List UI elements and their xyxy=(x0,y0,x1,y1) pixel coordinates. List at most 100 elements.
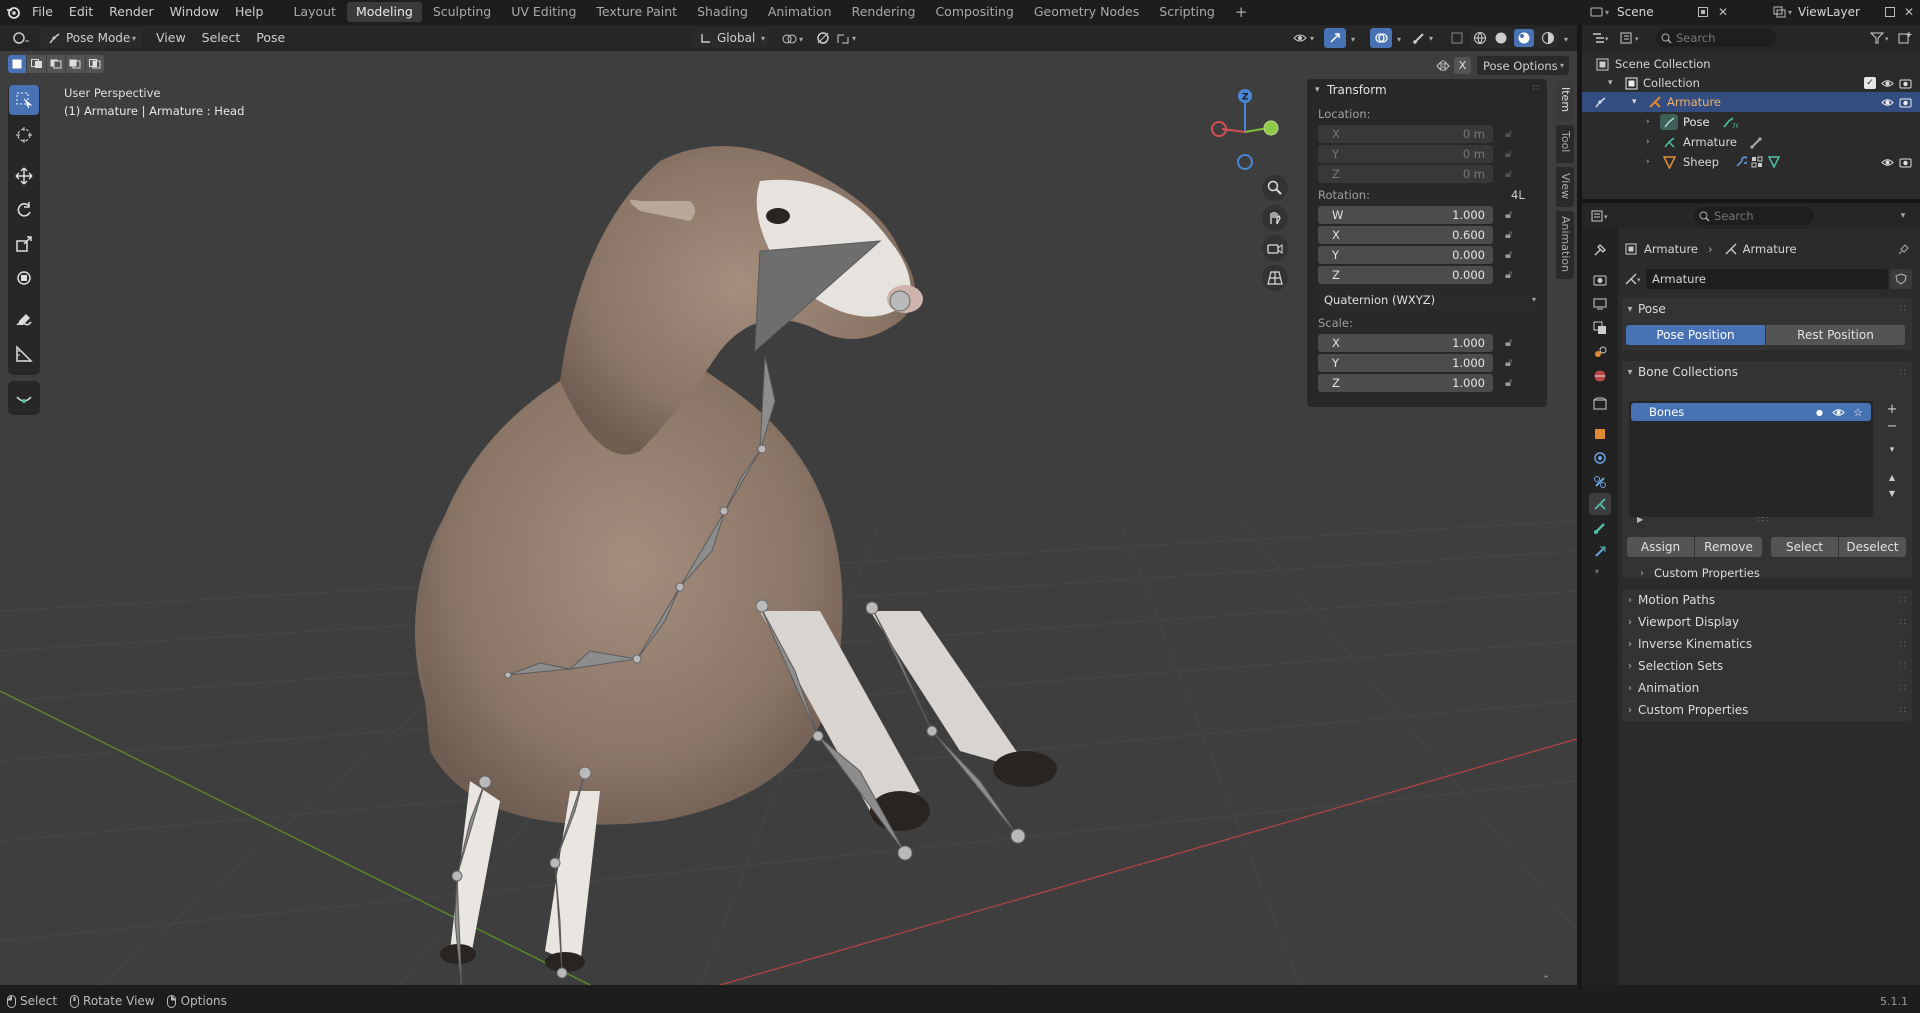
shading-dropdown-icon[interactable]: ▾ xyxy=(1560,30,1572,48)
bone-collections-panel-header[interactable]: ▾ Bone Collections ∷ xyxy=(1622,361,1912,383)
outliner-row-sheep[interactable]: › Sheep xyxy=(1582,152,1920,172)
panel-inverse-kinematics[interactable]: › Inverse Kinematics ∷ xyxy=(1622,633,1912,655)
properties-editor-type-icon[interactable]: ▾ xyxy=(1586,206,1616,226)
tab-modifiers[interactable] xyxy=(1589,447,1611,469)
rotation-y-field[interactable]: Y 0.000 xyxy=(1318,246,1493,264)
rotation-x-field[interactable]: X 0.600 xyxy=(1318,226,1493,244)
overlay-toggle-icon[interactable] xyxy=(1370,28,1392,48)
move-bone-collection-up-icon[interactable]: ▲ xyxy=(1883,469,1901,485)
panel-custom-properties[interactable]: › Custom Properties ∷ xyxy=(1622,699,1912,721)
datablock-name-field[interactable]: Armature xyxy=(1646,269,1888,289)
armature-visibility-eye-icon[interactable] xyxy=(1880,98,1894,107)
editor-type-icon[interactable] xyxy=(6,27,36,49)
panel-animation[interactable]: › Animation ∷ xyxy=(1622,677,1912,699)
rotation-4l-toggle[interactable]: 4L xyxy=(1511,188,1525,202)
tool-relax-bones[interactable] xyxy=(9,383,39,413)
rotation-x-lock-icon[interactable]: 🔓︎ xyxy=(1505,228,1517,242)
rotation-w-field[interactable]: W 1.000 xyxy=(1318,206,1493,224)
transform-panel-title[interactable]: Transform xyxy=(1327,83,1387,97)
tab-constraints[interactable] xyxy=(1589,471,1611,493)
workspace-tab-modeling[interactable]: Modeling xyxy=(346,2,422,22)
armature-data-expand-arrow[interactable]: › xyxy=(1646,137,1660,147)
rotation-z-lock-icon[interactable]: 🔓︎ xyxy=(1505,268,1517,282)
scale-x-field[interactable]: X 1.000 xyxy=(1318,334,1493,352)
tab-bone-constraints[interactable] xyxy=(1589,541,1611,563)
sidebar-tab-view[interactable]: View xyxy=(1556,167,1574,207)
rest-position-button[interactable]: Rest Position xyxy=(1766,325,1905,345)
bone-collection-visibility-eye-icon[interactable] xyxy=(1827,408,1849,417)
tool-transform[interactable] xyxy=(9,263,39,293)
outliner-row-armature[interactable]: ▾ Armature xyxy=(1582,92,1920,112)
visibility-selector-icon[interactable]: ▾ xyxy=(1290,29,1320,47)
workspace-tab-texture-paint[interactable]: Texture Paint xyxy=(587,2,686,22)
blender-logo-icon[interactable] xyxy=(2,0,24,24)
sidebar-tab-item[interactable]: Item xyxy=(1556,81,1574,121)
pan-hand-icon[interactable] xyxy=(1262,205,1288,231)
location-y-field[interactable]: Y 0 m xyxy=(1318,145,1493,163)
menu-edit[interactable]: Edit xyxy=(61,0,101,24)
bone-collection-specials-icon[interactable]: ▾ xyxy=(1883,441,1901,459)
scale-z-lock-icon[interactable]: 🔓︎ xyxy=(1505,376,1517,390)
pin-icon[interactable] xyxy=(1896,243,1912,255)
camera-view-icon[interactable] xyxy=(1262,235,1288,261)
tool-cursor[interactable] xyxy=(9,120,39,150)
pose-panel-header[interactable]: ▾ Pose ∷ xyxy=(1622,298,1912,320)
perspective-toggle-icon[interactable] xyxy=(1262,265,1288,291)
collection-exclude-checkbox-icon[interactable]: ✓ xyxy=(1864,77,1876,89)
location-y-lock-icon[interactable]: 🔓︎ xyxy=(1505,147,1517,161)
outliner-search-field[interactable]: Search xyxy=(1656,29,1776,47)
location-x-lock-icon[interactable]: 🔓︎ xyxy=(1505,127,1517,141)
collection-visibility-eye-icon[interactable] xyxy=(1880,79,1894,88)
armature-render-camera-icon[interactable] xyxy=(1898,97,1912,108)
menu-help[interactable]: Help xyxy=(227,0,272,24)
new-scene-icon[interactable] xyxy=(1693,6,1713,18)
properties-search-field[interactable]: Search xyxy=(1694,207,1814,225)
outliner-row-scene-collection[interactable]: Scene Collection xyxy=(1582,54,1920,74)
rotation-mode-dropdown[interactable]: Quaternion (WXYZ) ▾ xyxy=(1318,290,1542,309)
fake-user-shield-icon[interactable] xyxy=(1890,269,1912,289)
rotation-y-lock-icon[interactable]: 🔓︎ xyxy=(1505,248,1517,262)
armature-expand-arrow[interactable]: ▾ xyxy=(1632,97,1646,107)
tab-bone[interactable] xyxy=(1589,517,1611,539)
scale-z-field[interactable]: Z 1.000 xyxy=(1318,374,1493,392)
zoom-icon[interactable] xyxy=(1262,175,1288,201)
tab-world[interactable] xyxy=(1589,365,1611,387)
outliner-row-collection[interactable]: ▾ Collection ✓ xyxy=(1582,73,1920,93)
outliner-filter-icon[interactable]: ▾ xyxy=(1868,28,1894,48)
outliner-row-armature-data[interactable]: › Armature xyxy=(1582,132,1920,152)
assign-button[interactable]: Assign xyxy=(1627,537,1694,557)
tool-scale[interactable] xyxy=(9,229,39,259)
select-button[interactable]: Select xyxy=(1771,537,1838,557)
tab-tool[interactable] xyxy=(1589,239,1611,261)
menu-select[interactable]: Select xyxy=(194,26,249,50)
sidebar-tab-tool[interactable]: Tool xyxy=(1556,125,1574,163)
snap-target-icon[interactable]: ▾ xyxy=(834,29,864,47)
bone-collections-custom-properties-subpanel[interactable]: › Custom Properties xyxy=(1640,564,1900,582)
mode-selector[interactable]: Pose Mode ▾ xyxy=(40,28,142,48)
tab-output[interactable] xyxy=(1589,293,1611,315)
gizmo-toggle-icon[interactable] xyxy=(1324,28,1346,48)
properties-options-dropdown-icon[interactable]: ▾ xyxy=(1896,211,1910,221)
workspace-tab-scripting[interactable]: Scripting xyxy=(1150,2,1224,22)
menu-view[interactable]: View xyxy=(148,26,194,50)
material-shading-icon[interactable] xyxy=(1514,29,1535,47)
bone-collections-drag-icon[interactable]: ∷ xyxy=(1900,367,1906,378)
solid-shading-icon[interactable] xyxy=(1494,31,1508,45)
wireframe-shading-icon[interactable] xyxy=(1473,31,1487,45)
menu-render[interactable]: Render xyxy=(101,0,162,24)
remove-bone-collection-icon[interactable]: − xyxy=(1883,417,1901,435)
transform-collapse-chevron[interactable]: ▾ xyxy=(1315,85,1320,95)
tab-render[interactable] xyxy=(1589,269,1611,291)
tool-annotate[interactable] xyxy=(9,305,39,335)
pose-expand-arrow[interactable]: › xyxy=(1646,117,1660,127)
sidebar-tab-animation[interactable]: Animation xyxy=(1556,211,1574,279)
add-bone-collection-icon[interactable]: + xyxy=(1883,400,1901,418)
tool-rotate[interactable] xyxy=(9,195,39,225)
3d-viewport[interactable]: User Perspective (1) Armature | Armature… xyxy=(0,51,1577,985)
scale-y-lock-icon[interactable]: 🔓︎ xyxy=(1505,356,1517,370)
pose-panel-drag-icon[interactable]: ∷ xyxy=(1900,304,1906,315)
viewport-scroll-up-icon[interactable]: ⌃ xyxy=(1538,974,1554,985)
select-intersect-icon[interactable] xyxy=(85,55,105,73)
rendered-shading-icon[interactable] xyxy=(1541,31,1555,45)
move-bone-collection-down-icon[interactable]: ▼ xyxy=(1883,485,1901,501)
